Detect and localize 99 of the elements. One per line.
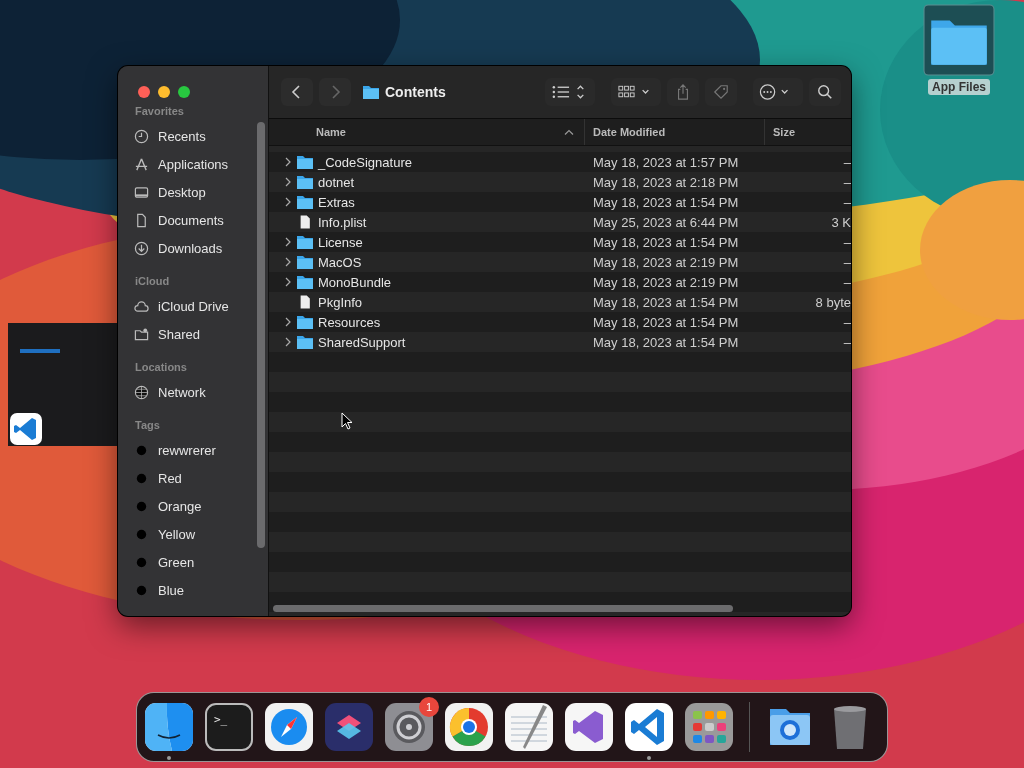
folder-icon bbox=[297, 275, 313, 289]
sidebar-item[interactable]: Blue bbox=[134, 576, 268, 604]
size-cell: – bbox=[843, 174, 851, 190]
date-cell: May 18, 2023 at 1:54 PM bbox=[593, 314, 739, 330]
globe-icon bbox=[134, 384, 149, 400]
zoom-button[interactable] bbox=[178, 86, 190, 98]
folder-icon bbox=[297, 235, 313, 249]
sidebar-heading: iCloud bbox=[134, 274, 171, 289]
sidebar-item[interactable]: iCloud Drive bbox=[134, 292, 268, 320]
layers-icon[interactable] bbox=[325, 703, 373, 751]
desktop-icon-label: App Files bbox=[928, 79, 990, 95]
view-options-button[interactable] bbox=[545, 78, 595, 106]
share-icon bbox=[675, 84, 691, 100]
terminal-icon[interactable]: >_ bbox=[205, 703, 253, 751]
window-title: Contents bbox=[385, 84, 446, 100]
folder-icon bbox=[363, 85, 379, 99]
file-name[interactable]: MonoBundle bbox=[318, 274, 391, 290]
code-editor-icon[interactable] bbox=[625, 703, 673, 751]
file-name[interactable]: License bbox=[318, 234, 363, 250]
file-name[interactable]: PkgInfo bbox=[318, 294, 363, 310]
compass-icon[interactable] bbox=[265, 703, 313, 751]
file-name[interactable]: dotnet bbox=[318, 174, 355, 190]
share-button[interactable] bbox=[667, 78, 699, 106]
gear-icon[interactable] bbox=[385, 703, 433, 751]
sidebar-item[interactable]: rewwrerer bbox=[134, 436, 268, 464]
date-cell: May 18, 2023 at 1:54 PM bbox=[593, 234, 739, 250]
group-button[interactable] bbox=[611, 78, 661, 106]
search-button[interactable] bbox=[809, 78, 841, 106]
code-editor-icon[interactable] bbox=[10, 413, 42, 445]
size-cell: – bbox=[843, 314, 851, 330]
file-name[interactable]: MacOS bbox=[318, 254, 362, 270]
date-cell: May 18, 2023 at 1:57 PM bbox=[593, 154, 739, 170]
sidebar-item[interactable]: Documents bbox=[134, 206, 268, 234]
folder-icon bbox=[297, 335, 313, 349]
app-grid-icon[interactable] bbox=[685, 703, 733, 751]
sidebar-item[interactable]: Green bbox=[134, 548, 268, 576]
sidebar-item[interactable]: Yellow bbox=[134, 520, 268, 548]
shared-folder-icon bbox=[134, 326, 149, 342]
file-name[interactable]: Info.plist bbox=[318, 214, 367, 230]
sidebar-item[interactable]: Shared bbox=[134, 320, 268, 348]
close-button[interactable] bbox=[138, 86, 150, 98]
search-icon bbox=[817, 84, 833, 100]
more-button[interactable] bbox=[753, 78, 803, 106]
folder-icon bbox=[297, 175, 313, 189]
date-cell: May 18, 2023 at 1:54 PM bbox=[593, 334, 739, 350]
file-name[interactable]: Resources bbox=[318, 314, 381, 330]
app-preview[interactable] bbox=[8, 323, 118, 446]
sidebar-item[interactable]: Desktop bbox=[134, 178, 268, 206]
column-header[interactable]: Date Modified bbox=[585, 119, 765, 145]
apps-icon bbox=[134, 156, 149, 172]
notification-badge: 1 bbox=[419, 697, 439, 717]
size-cell: – bbox=[843, 194, 851, 210]
sidebar-item[interactable]: Network bbox=[134, 378, 268, 406]
back-button[interactable] bbox=[281, 78, 313, 106]
size-cell: 3 K bbox=[831, 214, 851, 230]
size-cell: – bbox=[843, 234, 851, 250]
sidebar-item[interactable]: Red bbox=[134, 464, 268, 492]
date-cell: May 25, 2023 at 6:44 PM bbox=[593, 214, 739, 230]
date-cell: May 18, 2023 at 2:18 PM bbox=[593, 174, 739, 190]
ring-icon[interactable] bbox=[445, 703, 493, 751]
cursor-icon bbox=[341, 412, 353, 430]
bowtie-icon[interactable] bbox=[565, 703, 613, 751]
date-cell: May 18, 2023 at 1:54 PM bbox=[593, 194, 739, 210]
sidebar-item[interactable]: Downloads bbox=[134, 234, 268, 262]
notepad-icon[interactable] bbox=[505, 703, 553, 751]
cloud-icon bbox=[134, 298, 149, 314]
sidebar-item[interactable]: Recents bbox=[134, 122, 268, 150]
size-cell: – bbox=[843, 274, 851, 290]
column-header[interactable]: Name bbox=[269, 119, 585, 145]
size-cell: 8 byte bbox=[815, 294, 851, 310]
sidebar-item[interactable]: Orange bbox=[134, 492, 268, 520]
file-name[interactable]: Extras bbox=[318, 194, 355, 210]
scrollbar[interactable] bbox=[257, 122, 265, 548]
scrollbar[interactable] bbox=[273, 605, 733, 612]
tag-icon bbox=[713, 84, 729, 100]
folder-icon bbox=[297, 155, 313, 169]
clock-icon bbox=[134, 128, 149, 144]
sidebar-heading: Tags bbox=[134, 418, 161, 433]
folder-icon bbox=[297, 255, 313, 269]
document-icon bbox=[134, 212, 149, 228]
date-cell: May 18, 2023 at 2:19 PM bbox=[593, 254, 739, 270]
download-icon bbox=[134, 240, 149, 256]
size-cell: – bbox=[843, 154, 851, 170]
folder-icon bbox=[297, 315, 313, 329]
smiling-face-icon[interactable] bbox=[145, 703, 193, 751]
sidebar-item[interactable]: Applications bbox=[134, 150, 268, 178]
file-name[interactable]: _CodeSignature bbox=[318, 154, 412, 170]
sidebar-heading: Favorites bbox=[134, 104, 185, 119]
tag-button[interactable] bbox=[705, 78, 737, 106]
date-cell: May 18, 2023 at 2:19 PM bbox=[593, 274, 739, 290]
minimize-button[interactable] bbox=[158, 86, 170, 98]
monitor-icon bbox=[134, 184, 149, 200]
folder-icon bbox=[297, 195, 313, 209]
size-cell: – bbox=[843, 334, 851, 350]
size-cell: – bbox=[843, 254, 851, 270]
column-header[interactable]: Size bbox=[765, 119, 851, 145]
file-name[interactable]: SharedSupport bbox=[318, 334, 406, 350]
date-cell: May 18, 2023 at 1:54 PM bbox=[593, 294, 739, 310]
sidebar-heading: Locations bbox=[134, 360, 188, 375]
